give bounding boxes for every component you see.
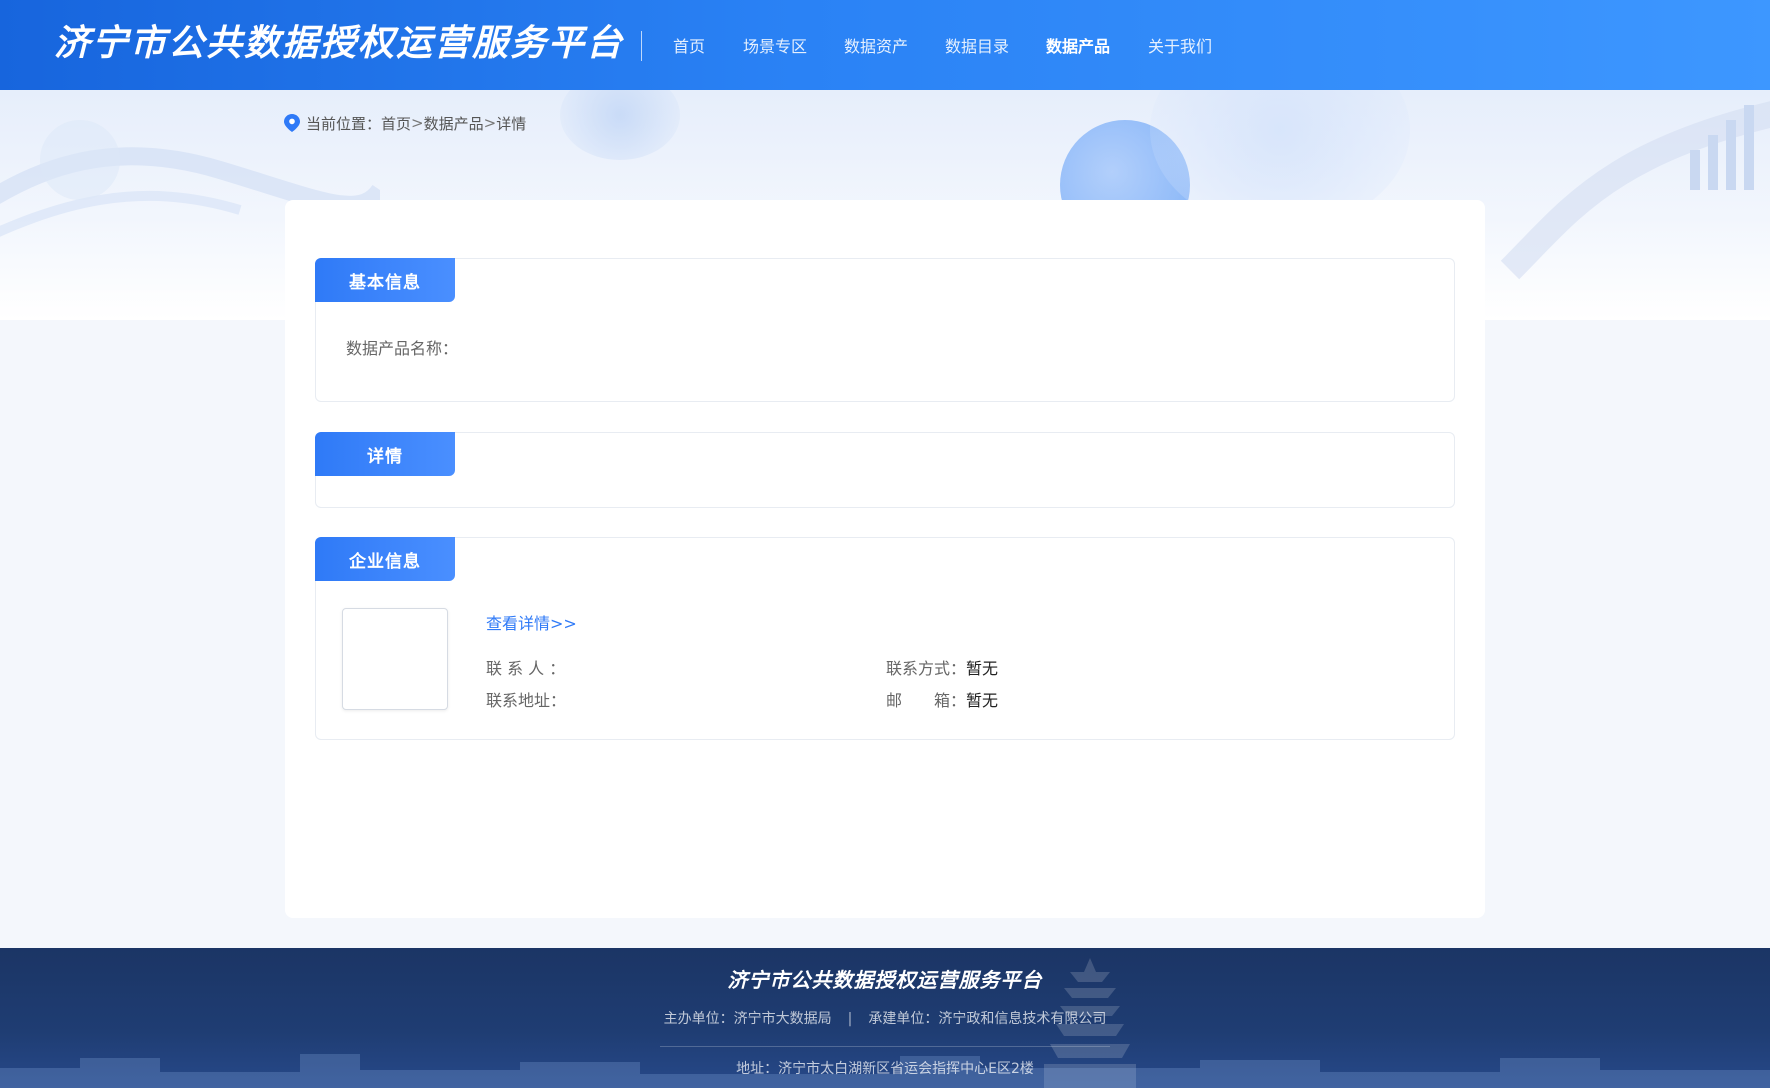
nav-item-data-catalog[interactable]: 数据目录 [945,36,1009,58]
contact-person-label: 联 系 人 ： [486,659,566,678]
nav-item-about-us[interactable]: 关于我们 [1148,36,1212,58]
company-logo [342,608,448,710]
footer-organizers: 主办单位：济宁市大数据局 | 承建单位：济宁政和信息技术有限公司 [0,1008,1770,1028]
breadcrumb-separator: > [411,114,424,132]
footer-address: 地址：济宁市太白湖新区省运会指挥中心E区2楼 [736,1061,1034,1077]
location-pin-icon [284,114,300,132]
address-row: 联系地址： [486,687,566,711]
breadcrumb: 当前位置： 首页 > 数据产品 > 详情 [284,112,526,134]
breadcrumb-prefix: 当前位置： [306,114,382,133]
nav-item-home[interactable]: 首页 [673,36,705,58]
page-footer: 济宁市公共数据授权运营服务平台 主办单位：济宁市大数据局 | 承建单位：济宁政和信息… [0,948,1770,1088]
footer-separator: | [847,1011,853,1027]
footer-logo: 济宁市公共数据授权运营服务平台 [727,968,1043,992]
nav-item-data-products[interactable]: 数据产品 [1046,36,1110,58]
breadcrumb-home[interactable]: 首页 [381,113,411,134]
email-row: 邮 箱： 暂无 [886,687,998,711]
contact-method-label: 联系方式： [886,659,967,678]
banner-glow-small [560,90,680,160]
detail-card: 基本信息 数据产品名称： 详情 企业信息 查看详情>> 联 系 人 ： 联系方式… [285,200,1485,918]
address-label: 联系地址： [486,691,567,710]
nav-item-scenes[interactable]: 场景专区 [743,36,807,58]
nav-divider [641,31,642,61]
contact-method-row: 联系方式： 暂无 [886,655,998,679]
product-name-label: 数据产品名称： [346,339,459,358]
contact-method-value: 暂无 [966,659,999,678]
contact-person-row: 联 系 人 ： [486,655,565,679]
top-header: 济宁市公共数据授权运营服务平台 首页 场景专区 数据资产 数据目录 数据产品 关… [0,0,1770,90]
breadcrumb-separator: > [483,114,497,132]
product-name-row: 数据产品名称： [346,335,458,359]
detail-title: 详情 [315,432,455,476]
banner-chart-decoration [1500,101,1770,280]
company-info-section: 企业信息 查看详情>> 联 系 人 ： 联系方式： 暂无 联系地址： 邮 箱： … [315,537,1455,740]
basic-info-title: 基本信息 [315,258,455,302]
view-company-detail-link[interactable]: 查看详情>> [486,610,577,634]
footer-divider [660,1046,1110,1047]
email-label: 邮 箱： [886,691,967,710]
detail-section: 详情 [315,432,1455,508]
breadcrumb-data-products[interactable]: 数据产品 [424,113,484,134]
nav-item-data-assets[interactable]: 数据资产 [844,36,908,58]
site-logo[interactable]: 济宁市公共数据授权运营服务平台 [54,22,624,66]
email-value: 暂无 [966,691,999,710]
breadcrumb-current: 详情 [496,114,527,133]
basic-info-section: 基本信息 数据产品名称： [315,258,1455,402]
footer-host: 主办单位：济宁市大数据局 [663,1011,832,1027]
footer-contractor: 承建单位：济宁政和信息技术有限公司 [868,1011,1107,1027]
company-info-title: 企业信息 [315,537,455,581]
